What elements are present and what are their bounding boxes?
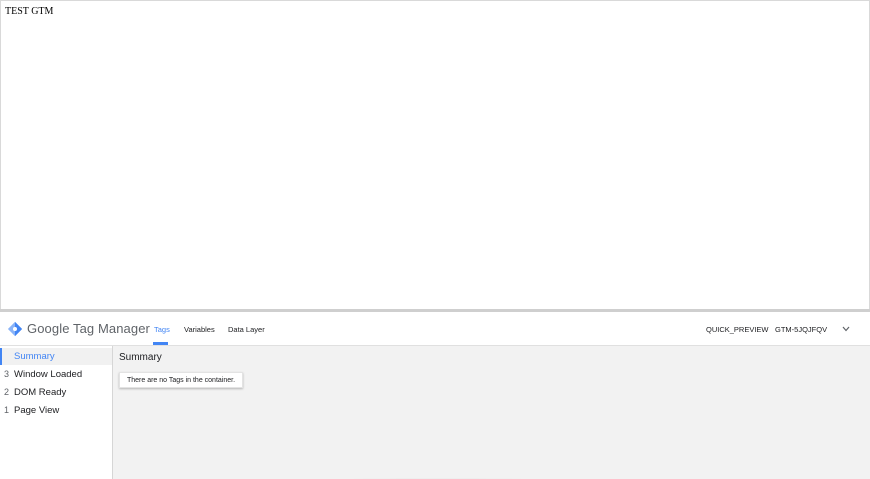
environment-label: QUICK_PREVIEW xyxy=(706,325,769,334)
no-tags-message: There are no Tags in the container. xyxy=(119,372,243,388)
tab-tags[interactable]: Tags xyxy=(154,325,170,334)
sidebar-item-label: Window Loaded xyxy=(14,369,83,380)
sidebar-item-label: Summary xyxy=(14,351,55,362)
sidebar-item-window-loaded[interactable]: 3 Window Loaded xyxy=(0,366,112,383)
sidebar-item-dom-ready[interactable]: 2 DOM Ready xyxy=(0,384,112,401)
summary-title: Summary xyxy=(119,352,162,363)
debug-topbar: Google Tag Manager Tags Variables Data L… xyxy=(0,312,870,346)
event-number: 1 xyxy=(4,405,10,415)
page-body-text: TEST GTM xyxy=(5,6,54,17)
chevron-down-icon[interactable] xyxy=(842,326,850,332)
container-id: GTM-5JQJFQV xyxy=(775,325,828,334)
active-tab-indicator xyxy=(153,342,168,345)
sidebar-item-label: DOM Ready xyxy=(14,387,67,398)
page-viewport: TEST GTM xyxy=(0,0,870,310)
gtm-debug-panel: Google Tag Manager Tags Variables Data L… xyxy=(0,309,870,479)
event-sidebar: Summary 3 Window Loaded 2 DOM Ready 1 Pa… xyxy=(0,346,113,479)
tab-variables[interactable]: Variables xyxy=(184,325,215,334)
sidebar-item-summary[interactable]: Summary xyxy=(0,348,112,365)
tab-data-layer[interactable]: Data Layer xyxy=(228,325,265,334)
gtm-logo-icon xyxy=(7,321,23,337)
brand-title: Google Tag Manager xyxy=(27,321,150,336)
sidebar-item-label: Page View xyxy=(14,405,60,416)
sidebar-item-page-view[interactable]: 1 Page View xyxy=(0,402,112,419)
event-number: 2 xyxy=(4,387,10,397)
event-number: 3 xyxy=(4,369,10,379)
